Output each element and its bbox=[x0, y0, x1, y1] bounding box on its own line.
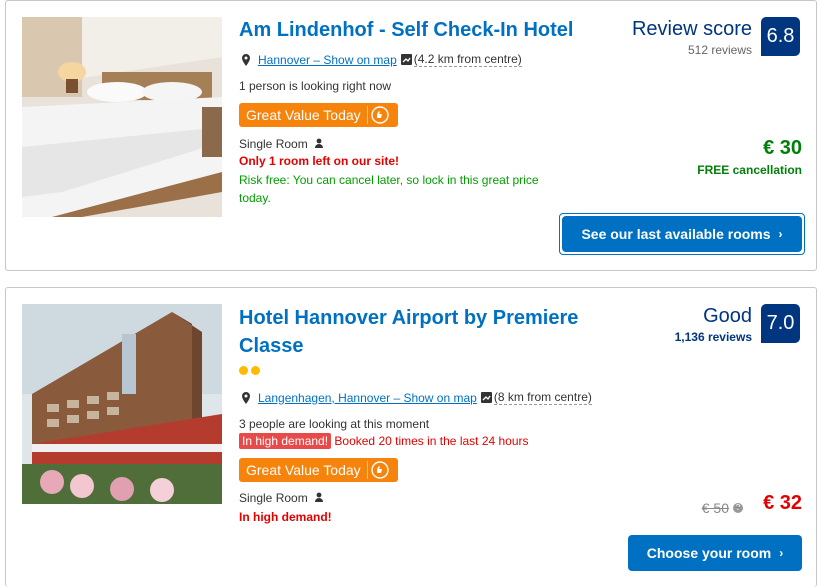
star-dot-icon bbox=[239, 366, 248, 375]
choose-room-label: Choose your room bbox=[646, 545, 772, 561]
hotel-photo[interactable] bbox=[22, 17, 222, 217]
distance-text: (8 km from centre) bbox=[493, 390, 592, 405]
free-cancellation: FREE cancellation bbox=[697, 163, 802, 177]
location-row: Hannover – Show on map (4.2 km from cent… bbox=[239, 52, 522, 67]
room-type-label: Single Room bbox=[239, 137, 308, 151]
demand-row: In high demand! Booked 20 times in the l… bbox=[239, 433, 529, 449]
review-count: 1,136 reviews bbox=[674, 330, 752, 344]
high-demand-note: In high demand! bbox=[239, 510, 332, 524]
see-rooms-button[interactable]: See our last available rooms › bbox=[563, 217, 801, 251]
map-pin-icon bbox=[242, 53, 250, 66]
booked-count-text: Booked 20 times in the last 24 hours bbox=[334, 434, 529, 448]
show-on-map-link[interactable]: Langenhagen, Hannover – Show on map bbox=[258, 391, 477, 405]
thumbs-up-icon bbox=[366, 106, 389, 124]
person-icon bbox=[315, 492, 324, 502]
cancel-note-line1: Risk free: You can cancel later, so lock… bbox=[239, 173, 539, 187]
room-type-label: Single Room bbox=[239, 491, 308, 505]
high-demand-badge: In high demand! bbox=[239, 433, 332, 449]
see-rooms-label: See our last available rooms bbox=[581, 226, 771, 242]
star-rating bbox=[239, 366, 260, 375]
old-price-row: € 50 ? bbox=[702, 500, 743, 516]
hotel-card: Am Lindenhof - Self Check-In Hotel Hanno… bbox=[5, 0, 817, 271]
chevron-right-icon: › bbox=[779, 546, 784, 560]
hotel-card: Hotel Hannover Airport by Premiere Class… bbox=[5, 287, 817, 587]
review-score-label: Review score bbox=[631, 18, 752, 40]
choose-room-button[interactable]: Choose your room › bbox=[629, 536, 801, 570]
map-box-icon bbox=[400, 54, 412, 65]
star-dot-icon bbox=[251, 366, 260, 375]
thumbs-up-icon bbox=[366, 461, 389, 479]
map-box-icon bbox=[480, 392, 492, 403]
hotel-photo[interactable] bbox=[22, 304, 222, 504]
review-count: 512 reviews bbox=[687, 43, 752, 57]
great-value-badge: Great Value Today bbox=[239, 103, 398, 127]
chevron-right-icon: › bbox=[778, 227, 783, 241]
review-score-badge: 6.8 bbox=[761, 17, 800, 56]
hotel-name[interactable]: Am Lindenhof - Self Check-In Hotel bbox=[239, 16, 573, 44]
review-score-label: Good bbox=[703, 305, 752, 327]
cancel-note-line2: today. bbox=[239, 191, 271, 205]
price: € 32 bbox=[763, 492, 802, 514]
hotel-name-line1[interactable]: Hotel Hannover Airport by Premiere bbox=[239, 304, 578, 332]
price: € 30 bbox=[763, 137, 802, 159]
deal-label: Great Value Today bbox=[246, 462, 361, 478]
info-icon[interactable]: ? bbox=[733, 503, 743, 513]
old-price: € 50 bbox=[701, 500, 729, 516]
map-pin-icon bbox=[242, 391, 250, 404]
show-on-map-link[interactable]: Hannover – Show on map bbox=[258, 53, 397, 67]
room-type: Single Room bbox=[239, 137, 324, 151]
location-row: Langenhagen, Hannover – Show on map (8 k… bbox=[239, 390, 592, 405]
hotel-name-line2[interactable]: Classe bbox=[239, 332, 304, 360]
person-icon bbox=[315, 138, 324, 148]
social-proof: 3 people are looking at this moment bbox=[239, 417, 430, 431]
distance-text: (4.2 km from centre) bbox=[413, 52, 522, 67]
scarcity-message: Only 1 room left on our site! bbox=[239, 154, 400, 168]
social-proof: 1 person is looking right now bbox=[239, 79, 392, 93]
great-value-badge: Great Value Today bbox=[239, 458, 398, 482]
deal-label: Great Value Today bbox=[246, 107, 361, 123]
room-type: Single Room bbox=[239, 491, 324, 505]
review-score-badge: 7.0 bbox=[761, 304, 800, 343]
